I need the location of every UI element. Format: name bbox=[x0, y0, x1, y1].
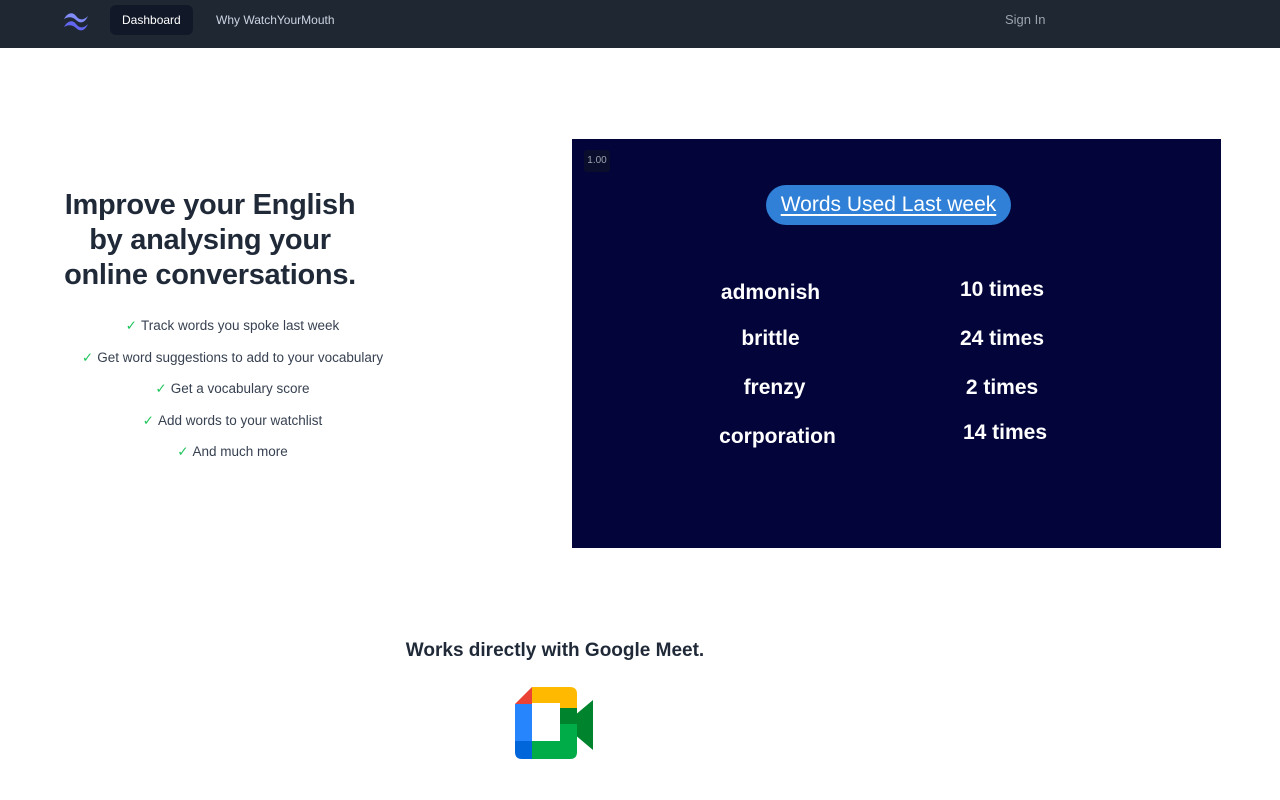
feature-item: ✓ Add words to your watchlist bbox=[40, 409, 425, 441]
count-row: 14 times bbox=[572, 421, 1221, 461]
checkmark-icon: ✓ bbox=[125, 318, 137, 333]
feature-item: ✓ Get word suggestions to add to your voc… bbox=[40, 346, 425, 378]
feature-text: Add words to your watchlist bbox=[157, 412, 323, 428]
word-count: 24 times bbox=[959, 327, 1045, 350]
google-meet-icon bbox=[515, 687, 593, 759]
nav-dashboard[interactable]: Dashboard bbox=[110, 5, 193, 35]
word-count: 10 times bbox=[959, 278, 1045, 301]
checkmark-icon: ✓ bbox=[155, 381, 167, 396]
feature-text: And much more bbox=[192, 444, 288, 459]
playback-speed-badge[interactable]: 1.00 bbox=[584, 150, 610, 172]
feature-text: Get word suggestions to add to your voca… bbox=[97, 349, 384, 365]
hero-title-line-1: Improve your English bbox=[64, 189, 356, 221]
sign-in-link[interactable]: Sign In bbox=[993, 5, 1057, 35]
feature-item: ✓ Track words you spoke last week bbox=[40, 314, 425, 346]
slide-title: Words Used Last week bbox=[766, 185, 1011, 225]
demo-video[interactable]: 1.00 Words Used Last week admonish 10 ti… bbox=[572, 139, 1221, 548]
word-label: frenzy bbox=[743, 376, 806, 399]
count-row: 10 times bbox=[572, 278, 1221, 318]
hero-title-line-2: by analysing your bbox=[89, 224, 331, 256]
feature-list: ✓ Track words you spoke last week ✓ Get wo… bbox=[40, 314, 425, 472]
checkmark-icon: ✓ bbox=[81, 349, 94, 365]
nav-why-watchyourmouth[interactable]: Why WatchYourMouth bbox=[204, 5, 347, 35]
feature-text: Track words you spoke last week bbox=[140, 318, 340, 333]
tailwind-wave-icon[interactable] bbox=[61, 9, 91, 33]
word-count: 2 times bbox=[965, 376, 1039, 399]
hero-title: Improve your English by analysing your o… bbox=[40, 188, 380, 293]
word-label: brittle bbox=[741, 327, 800, 350]
feature-text: Get a vocabulary score bbox=[170, 381, 310, 396]
integration-title: Works directly with Google Meet. bbox=[405, 640, 705, 661]
feature-item: ✓ Get a vocabulary score bbox=[40, 377, 425, 409]
word-row: frenzy 2 times bbox=[572, 376, 1221, 416]
word-count: 14 times bbox=[962, 421, 1048, 444]
word-row: brittle 24 times bbox=[572, 327, 1221, 367]
top-navbar: Dashboard Why WatchYourMouth Sign In bbox=[0, 0, 1280, 48]
feature-item: ✓ And much more bbox=[40, 440, 425, 472]
checkmark-icon: ✓ bbox=[177, 444, 189, 459]
checkmark-icon: ✓ bbox=[142, 412, 154, 428]
hero-title-line-3: online conversations. bbox=[64, 259, 356, 291]
